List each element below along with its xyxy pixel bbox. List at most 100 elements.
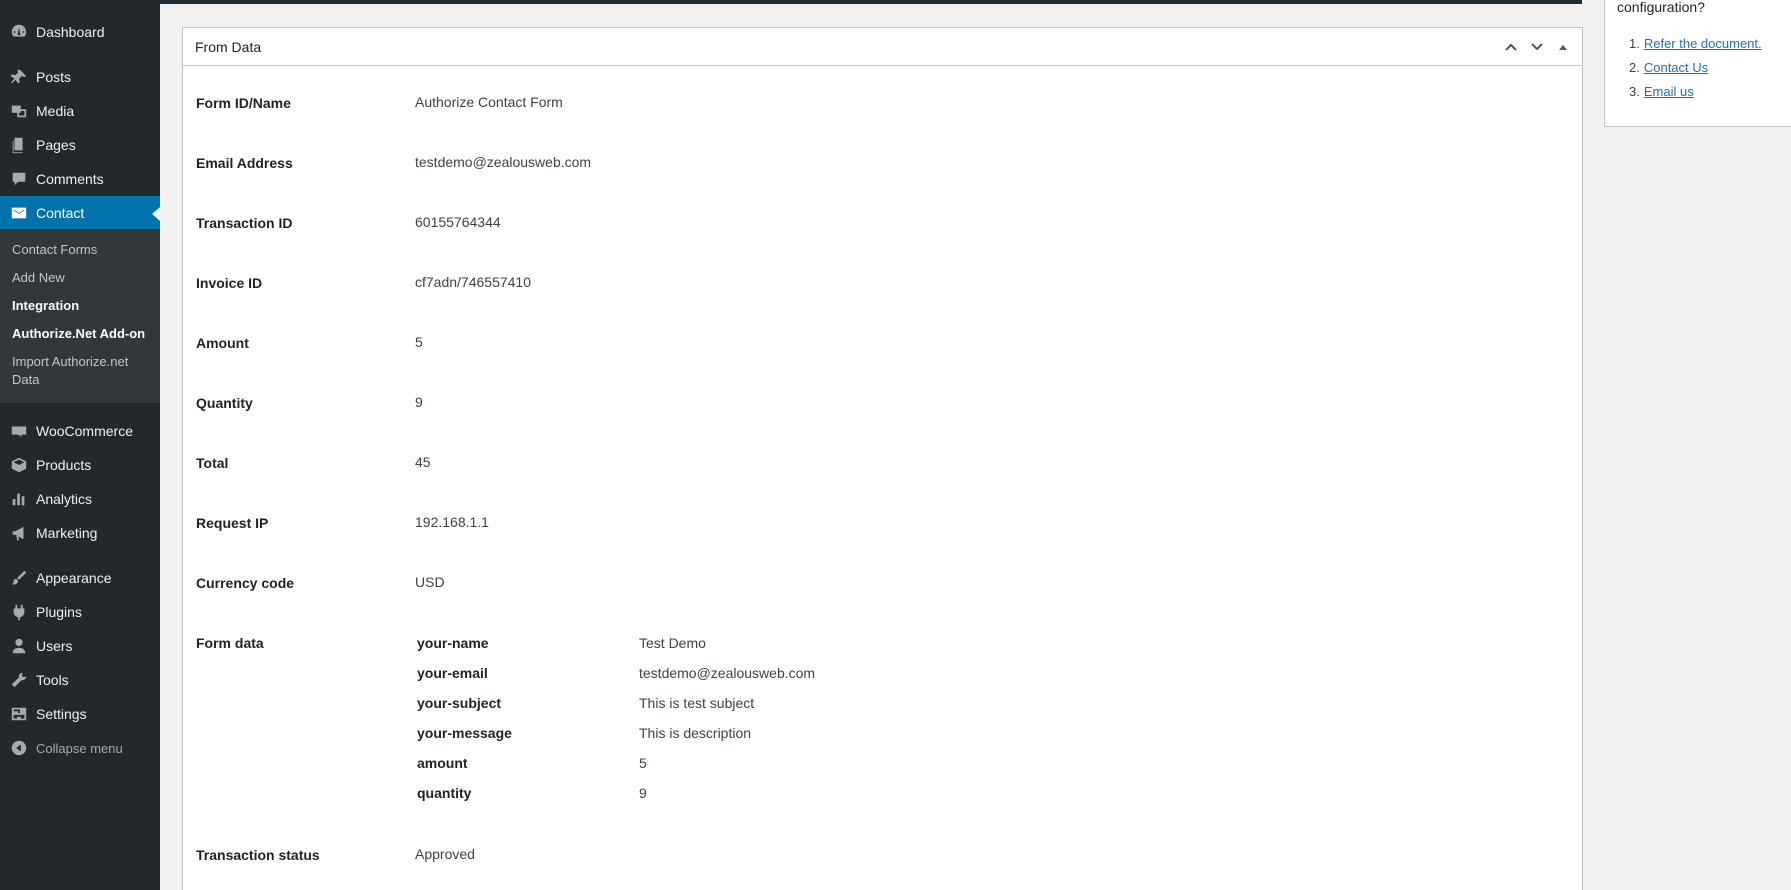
field-label-amount: Amount <box>196 335 249 351</box>
field-label-total: Total <box>196 455 229 471</box>
bar-chart-icon <box>0 482 36 516</box>
sidebar-item-label: Analytics <box>36 491 93 507</box>
sidebar-item-plugins[interactable]: Plugins <box>0 595 160 629</box>
wrench-icon <box>0 663 36 697</box>
collapse-icon <box>0 731 36 765</box>
sidebar-item-comments[interactable]: Comments <box>0 162 160 196</box>
sidebar-item-label: Collapse menu <box>36 740 123 756</box>
sidebar-item-label: Products <box>36 457 92 473</box>
sidebar-item-posts[interactable]: Posts <box>0 60 160 94</box>
field-value-transaction-status: Approved <box>415 846 475 862</box>
megaphone-icon <box>0 516 36 550</box>
brush-icon <box>0 561 36 595</box>
field-label-invoice-id: Invoice ID <box>196 275 263 291</box>
field-label-currency-code: Currency code <box>196 575 295 591</box>
sidebar-item-label: Appearance <box>36 570 112 586</box>
field-value-form-id: Authorize Contact Form <box>415 94 563 110</box>
list-number: 3. <box>1629 84 1640 99</box>
form-data-value: testdemo@zealousweb.com <box>639 665 816 681</box>
current-indicator <box>152 207 160 221</box>
box-icon <box>0 448 36 482</box>
sidebar-item-label: Marketing <box>36 525 98 541</box>
collapse-menu-button[interactable]: Collapse menu <box>0 731 160 765</box>
form-data-value: This is description <box>639 725 752 741</box>
field-label-quantity: Quantity <box>196 395 253 411</box>
toggle-panel-button[interactable] <box>1550 32 1576 62</box>
postbox-actions <box>1498 28 1576 65</box>
field-value-currency-code: USD <box>415 574 445 590</box>
contact-submenu: Contact Forms Add New Integration Author… <box>0 229 160 403</box>
plug-icon <box>0 595 36 629</box>
field-label-form-id: Form ID/Name <box>196 95 291 111</box>
sidebar-item-marketing[interactable]: Marketing <box>0 516 160 550</box>
comments-icon <box>0 162 36 196</box>
move-down-button[interactable] <box>1524 32 1550 62</box>
field-label-form-data: Form data <box>196 635 264 651</box>
sidebar-item-label: Posts <box>36 69 72 85</box>
help-link-item: 1. Refer the document. <box>1629 35 1762 59</box>
sidebar-item-label: Contact <box>36 205 85 221</box>
sidebar-item-media[interactable]: Media <box>0 94 160 128</box>
media-icon <box>0 94 36 128</box>
field-value-quantity: 9 <box>415 394 423 410</box>
sidebar-item-label: Pages <box>36 137 76 153</box>
help-link-item: 3. Email us <box>1629 83 1762 107</box>
move-up-button[interactable] <box>1498 32 1524 62</box>
form-data-value: This is test subject <box>639 695 755 711</box>
dashboard-icon <box>0 15 36 49</box>
sidebar-item-analytics[interactable]: Analytics <box>0 482 160 516</box>
field-label-transaction-id: Transaction ID <box>196 215 293 231</box>
refer-document-link[interactable]: Refer the document. <box>1644 35 1762 59</box>
woocommerce-icon <box>0 414 36 448</box>
triangle-up-icon <box>1559 44 1567 50</box>
field-value-transaction-id: 60155764344 <box>415 214 501 230</box>
user-icon <box>0 629 36 663</box>
email-us-link[interactable]: Email us <box>1644 83 1694 107</box>
sidebar-item-settings[interactable]: Settings <box>0 697 160 731</box>
admin-sidebar: Dashboard Posts Media Pages Comments Con… <box>0 0 160 890</box>
chevron-up-icon <box>1505 43 1517 51</box>
form-data-key: your-message <box>417 725 512 741</box>
top-divider <box>160 0 1582 4</box>
form-data-key: amount <box>417 755 468 771</box>
list-number: 1. <box>1629 36 1640 51</box>
help-links-list: 1. Refer the document. 2. Contact Us 3. … <box>1629 35 1762 107</box>
field-label-email: Email Address <box>196 155 293 171</box>
sidebar-item-pages[interactable]: Pages <box>0 128 160 162</box>
field-value-invoice-id: cf7adn/746557410 <box>415 274 531 290</box>
field-value-total: 45 <box>415 454 431 470</box>
field-value-amount: 5 <box>415 334 423 350</box>
submenu-item-import-authorize-data[interactable]: Import Authorize.net Data <box>12 353 152 389</box>
contact-us-link[interactable]: Contact Us <box>1644 59 1708 83</box>
submenu-item-authorize-net-addon[interactable]: Authorize.Net Add-on <box>12 325 152 343</box>
sidebar-item-appearance[interactable]: Appearance <box>0 561 160 595</box>
help-title: configuration? <box>1617 0 1705 15</box>
field-value-email: testdemo@zealousweb.com <box>415 154 592 170</box>
from-data-postbox: From Data Form ID/Name Authorize Contact… <box>182 27 1583 890</box>
form-data-key: your-email <box>417 665 488 681</box>
field-value-request-ip: 192.168.1.1 <box>415 514 489 530</box>
sidebar-item-tools[interactable]: Tools <box>0 663 160 697</box>
submenu-item-add-new[interactable]: Add New <box>12 269 152 287</box>
form-data-value: Test Demo <box>639 635 706 651</box>
submenu-item-integration[interactable]: Integration <box>12 297 152 315</box>
postbox-header: From Data <box>183 28 1582 66</box>
sidebar-item-label: Dashboard <box>36 24 105 40</box>
pin-icon <box>0 60 36 94</box>
sidebar-item-woocommerce[interactable]: WooCommerce <box>0 414 160 448</box>
sidebar-item-users[interactable]: Users <box>0 629 160 663</box>
form-data-key: your-subject <box>417 695 502 711</box>
pages-icon <box>0 128 36 162</box>
sidebar-item-contact[interactable]: Contact <box>0 196 160 230</box>
sidebar-item-label: Settings <box>36 706 87 722</box>
settings-icon <box>0 697 36 731</box>
form-data-value: 5 <box>639 755 647 771</box>
form-data-key: your-name <box>417 635 489 651</box>
sidebar-item-products[interactable]: Products <box>0 448 160 482</box>
sidebar-item-label: Media <box>36 103 75 119</box>
submenu-item-contact-forms[interactable]: Contact Forms <box>12 241 152 259</box>
sidebar-item-label: Users <box>36 638 73 654</box>
sidebar-item-dashboard[interactable]: Dashboard <box>0 15 160 49</box>
help-box: configuration? 1. Refer the document. 2.… <box>1604 0 1791 127</box>
field-label-request-ip: Request IP <box>196 515 269 531</box>
